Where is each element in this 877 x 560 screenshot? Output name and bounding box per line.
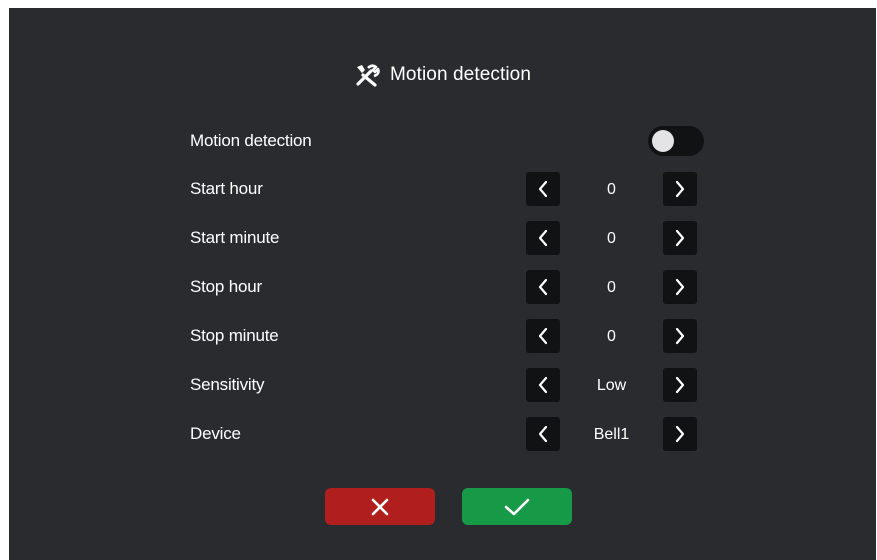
chevron-right-icon	[675, 425, 685, 443]
chevron-right-icon	[675, 327, 685, 345]
motion-detection-screen: Motion detection Motion detection Start …	[9, 8, 876, 560]
stop-hour-label: Stop hour	[190, 277, 262, 296]
motion-detection-toggle[interactable]	[648, 126, 704, 156]
start-hour-row: Start hour 0	[9, 172, 876, 206]
chevron-right-icon	[675, 180, 685, 198]
start-hour-decrement-button[interactable]	[526, 172, 560, 206]
cancel-button[interactable]	[325, 488, 435, 525]
stop-minute-increment-button[interactable]	[663, 319, 697, 353]
device-row: Device Bell1	[9, 417, 876, 451]
chevron-left-icon	[538, 376, 548, 394]
motion-detection-row: Motion detection	[9, 124, 876, 158]
chevron-right-icon	[675, 229, 685, 247]
toggle-knob	[652, 130, 674, 152]
sensitivity-decrement-button[interactable]	[526, 368, 560, 402]
sensitivity-label: Sensitivity	[190, 375, 265, 394]
stop-hour-row: Stop hour 0	[9, 270, 876, 304]
confirm-button[interactable]	[462, 488, 572, 525]
stop-hour-value: 0	[607, 279, 616, 296]
chevron-left-icon	[538, 425, 548, 443]
stop-minute-label: Stop minute	[190, 326, 279, 345]
motion-detection-label: Motion detection	[190, 131, 312, 150]
stop-minute-decrement-button[interactable]	[526, 319, 560, 353]
chevron-right-icon	[675, 278, 685, 296]
stop-minute-row: Stop minute 0	[9, 319, 876, 353]
sensitivity-increment-button[interactable]	[663, 368, 697, 402]
stop-minute-value: 0	[607, 328, 616, 345]
tools-icon	[354, 62, 380, 88]
start-minute-decrement-button[interactable]	[526, 221, 560, 255]
page-header: Motion detection	[9, 58, 876, 92]
start-minute-increment-button[interactable]	[663, 221, 697, 255]
chevron-right-icon	[675, 376, 685, 394]
device-label: Device	[190, 424, 241, 443]
device-increment-button[interactable]	[663, 417, 697, 451]
chevron-left-icon	[538, 327, 548, 345]
device-decrement-button[interactable]	[526, 417, 560, 451]
sensitivity-value: Low	[596, 377, 627, 394]
sensitivity-row: Sensitivity Low	[9, 368, 876, 402]
start-minute-value: 0	[607, 230, 616, 247]
start-minute-label: Start minute	[190, 228, 280, 247]
chevron-left-icon	[538, 278, 548, 296]
start-minute-row: Start minute 0	[9, 221, 876, 255]
check-icon	[504, 498, 530, 515]
stop-hour-increment-button[interactable]	[663, 270, 697, 304]
chevron-left-icon	[538, 180, 548, 198]
start-hour-label: Start hour	[190, 179, 263, 198]
page-title: Motion detection	[389, 64, 532, 85]
chevron-left-icon	[538, 229, 548, 247]
close-icon	[371, 498, 389, 515]
stop-hour-decrement-button[interactable]	[526, 270, 560, 304]
device-value: Bell1	[593, 426, 630, 443]
start-hour-increment-button[interactable]	[663, 172, 697, 206]
start-hour-value: 0	[607, 181, 616, 198]
